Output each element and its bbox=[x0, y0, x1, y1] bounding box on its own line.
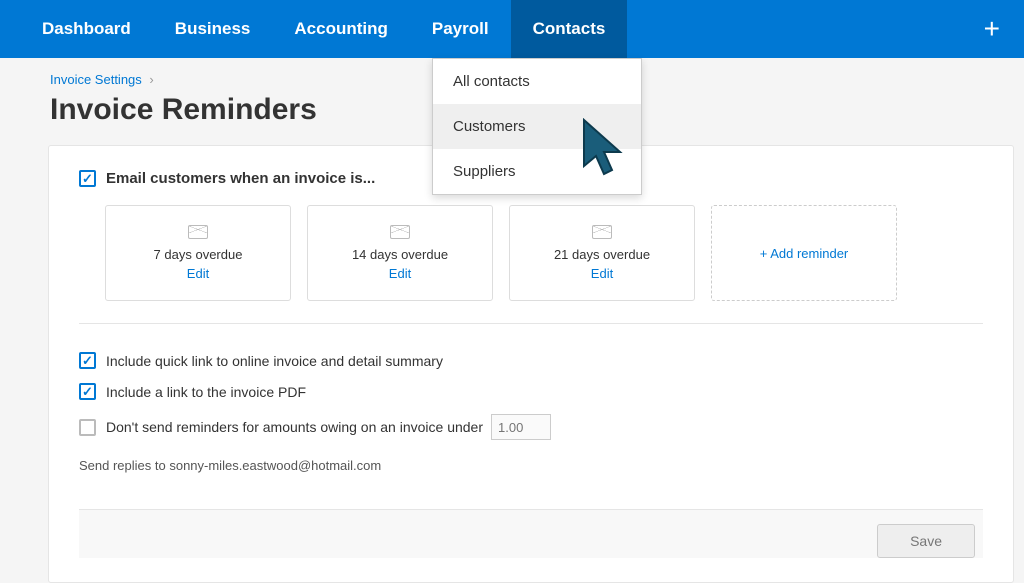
dropdown-suppliers[interactable]: Suppliers bbox=[433, 149, 641, 194]
add-reminder-button[interactable]: + Add reminder bbox=[711, 205, 897, 301]
nav-accounting[interactable]: Accounting bbox=[272, 0, 410, 58]
edit-reminder-link[interactable]: Edit bbox=[187, 266, 209, 281]
add-reminder-label: + Add reminder bbox=[760, 246, 849, 261]
nav-payroll[interactable]: Payroll bbox=[410, 0, 511, 58]
save-button[interactable]: Save bbox=[877, 524, 975, 558]
threshold-label: Don't send reminders for amounts owing o… bbox=[106, 419, 483, 435]
top-navigation: Dashboard Business Accounting Payroll Co… bbox=[0, 0, 1024, 58]
reminder-cards-row: 7 days overdue Edit 14 days overdue Edit… bbox=[79, 205, 983, 324]
reminder-text: 14 days overdue bbox=[352, 247, 448, 262]
email-customers-checkbox[interactable] bbox=[79, 170, 96, 187]
nav-dashboard[interactable]: Dashboard bbox=[20, 0, 153, 58]
dropdown-all-contacts[interactable]: All contacts bbox=[433, 59, 641, 104]
envelope-icon bbox=[188, 225, 208, 239]
threshold-amount-input[interactable] bbox=[491, 414, 551, 440]
save-footer: Save bbox=[79, 509, 983, 558]
dropdown-customers[interactable]: Customers bbox=[433, 104, 641, 149]
reminder-card: 21 days overdue Edit bbox=[509, 205, 695, 301]
edit-reminder-link[interactable]: Edit bbox=[389, 266, 411, 281]
reminder-card: 14 days overdue Edit bbox=[307, 205, 493, 301]
contacts-dropdown: All contacts Customers Suppliers bbox=[432, 58, 642, 195]
nav-business[interactable]: Business bbox=[153, 0, 273, 58]
edit-reminder-link[interactable]: Edit bbox=[591, 266, 613, 281]
settings-panel: Email customers when an invoice is... 7 … bbox=[48, 145, 1014, 583]
pdflink-checkbox[interactable] bbox=[79, 383, 96, 400]
envelope-icon bbox=[390, 225, 410, 239]
envelope-icon bbox=[592, 225, 612, 239]
reminder-text: 21 days overdue bbox=[554, 247, 650, 262]
reminder-text: 7 days overdue bbox=[154, 247, 243, 262]
email-customers-label: Email customers when an invoice is... bbox=[106, 170, 375, 187]
quicklink-checkbox[interactable] bbox=[79, 352, 96, 369]
breadcrumb-parent[interactable]: Invoice Settings bbox=[50, 72, 142, 87]
pdflink-label: Include a link to the invoice PDF bbox=[106, 384, 306, 400]
quicklink-label: Include quick link to online invoice and… bbox=[106, 353, 443, 369]
replies-email-text: Send replies to sonny-miles.eastwood@hot… bbox=[79, 458, 983, 473]
threshold-checkbox[interactable] bbox=[79, 419, 96, 436]
nav-add-button[interactable]: + bbox=[984, 13, 1000, 45]
nav-contacts[interactable]: Contacts bbox=[511, 0, 628, 58]
reminder-card: 7 days overdue Edit bbox=[105, 205, 291, 301]
breadcrumb-separator: › bbox=[149, 72, 153, 87]
